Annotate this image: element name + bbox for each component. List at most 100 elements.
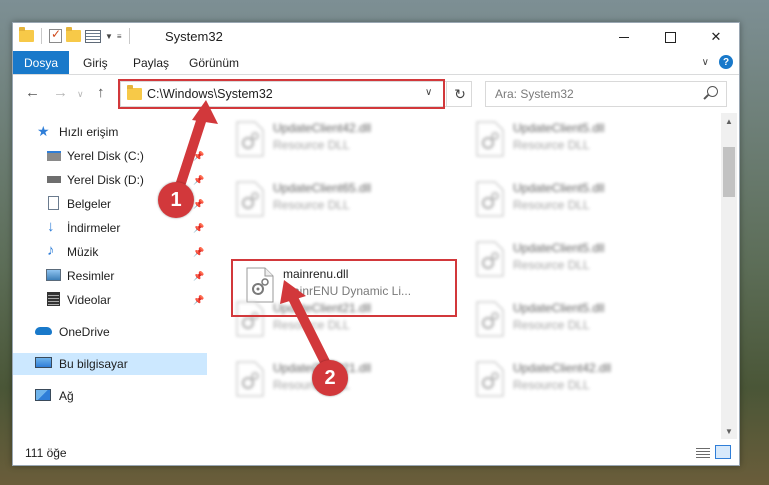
dll-file-icon [476,361,504,397]
sidebar-item-label: Resimler [67,269,115,283]
download-icon: ↓ [47,218,55,235]
maximize-button[interactable] [647,23,693,51]
sidebar-item-label: Yerel Disk (D:) [67,173,144,187]
sidebar-item-this-pc[interactable]: Bu bilgisayar [13,353,207,375]
sidebar-item-downloads[interactable]: ↓ İndirmeler 📌 [13,217,207,239]
dll-file-icon [236,181,264,217]
dll-file-icon [476,121,504,157]
dll-file-icon [476,301,504,337]
sidebar-item-label: OneDrive [59,325,110,339]
file-explorer-window: ▼ ≡ System32 ✕ Dosya Giriş Paylaş Görünü… [12,22,740,466]
file-item[interactable]: UpdateClient42.dll Resource DLL [469,357,689,405]
sidebar-item-videos[interactable]: Videolar 📌 [13,289,207,311]
sidebar-item-label: Ağ [59,389,74,403]
sidebar-item-network[interactable]: Ağ [13,385,207,407]
search-icon[interactable] [707,86,718,97]
window-title: System32 [165,29,223,44]
sidebar-item-music[interactable]: ♪ Müzik 📌 [13,241,207,263]
ribbon-controls: ∨ ? [702,55,733,69]
file-name: UpdateClient65.dll [273,181,372,195]
computer-icon [35,357,52,368]
file-item[interactable]: UpdateClient5.dll Resource DLL [469,297,689,345]
close-button[interactable]: ✕ [693,23,739,51]
chevron-down-icon[interactable]: ▼ [105,32,113,41]
scroll-up-icon[interactable]: ▲ [721,113,737,129]
toolbar-divider [128,28,130,44]
tab-home[interactable]: Giriş [83,51,108,74]
tab-share[interactable]: Paylaş [133,51,169,74]
up-arrow-icon[interactable]: ↑ [97,84,105,101]
file-name: UpdateClient5.dll [513,241,605,255]
file-name: UpdateClient42.dll [513,361,612,375]
pin-icon[interactable]: 📌 [193,247,204,258]
file-list: UpdateClient42.dll Resource DLL UpdateCl… [209,113,719,439]
quick-access-toolbar: ▼ ≡ [19,27,133,44]
properties-check-icon[interactable] [49,27,62,43]
vertical-scrollbar[interactable]: ▲ ▼ [721,113,737,439]
videos-icon [47,292,60,306]
new-folder-icon[interactable] [66,27,81,42]
file-name: UpdateClient5.dll [513,181,605,195]
file-description: Resource DLL [273,198,350,212]
forward-arrow-icon[interactable]: → [53,84,68,101]
details-view-icon[interactable] [695,445,711,459]
pin-icon[interactable]: 📌 [193,151,204,162]
file-description: Resource DLL [513,198,590,212]
minimize-button[interactable] [601,23,647,51]
dll-file-icon [236,361,264,397]
documents-icon [48,196,59,210]
file-item[interactable]: UpdateClient5.dll Resource DLL [469,117,689,165]
file-item[interactable]: UpdateClient42.dll Resource DLL [229,117,449,165]
navigation-pane: ★ Hızlı erişim Yerel Disk (C:) 📌 Yerel D… [13,113,207,439]
cloud-icon [35,327,52,335]
pin-icon[interactable]: 📌 [193,223,204,234]
dll-file-icon [236,121,264,157]
file-item[interactable]: UpdateClient65.dll Resource DLL [229,177,449,225]
sidebar-item-pictures[interactable]: Resimler 📌 [13,265,207,287]
pin-icon[interactable]: 📌 [193,271,204,282]
chevron-down-icon[interactable]: ∨ [425,87,432,98]
tab-file[interactable]: Dosya [13,51,69,74]
tab-view[interactable]: Görünüm [189,51,239,74]
sidebar-item-label: Bu bilgisayar [59,357,128,371]
file-description: Resource DLL [513,378,590,392]
scrollbar-thumb[interactable] [723,147,735,197]
scroll-down-icon[interactable]: ▼ [721,423,737,439]
sidebar-item-label: Yerel Disk (C:) [67,149,144,163]
star-icon: ★ [37,123,50,139]
customize-toolbar-icon[interactable]: ≡ [117,32,122,41]
file-item[interactable]: UpdateClient5.dll Resource DLL [469,237,689,285]
properties-icon[interactable] [85,29,101,43]
file-description: Resource DLL [513,138,590,152]
file-description: Resource DLL [273,138,350,152]
help-icon[interactable]: ? [719,55,733,69]
file-description: Resource DLL [273,318,350,332]
sidebar-item-disk-c[interactable]: Yerel Disk (C:) 📌 [13,145,207,167]
dll-file-icon [476,241,504,277]
pin-icon[interactable]: 📌 [193,175,204,186]
step-badge-2: 2 [312,360,348,396]
minimize-icon [619,36,629,38]
pin-icon[interactable]: 📌 [193,295,204,306]
ribbon-tabs: Dosya Giriş Paylaş Görünüm ∨ ? [13,51,739,75]
drive-icon [47,151,61,161]
sidebar-item-onedrive[interactable]: OneDrive [13,321,207,343]
address-bar[interactable]: C:\Windows\System32 ∨ ↻ [120,81,472,107]
back-arrow-icon[interactable]: ← [25,84,40,101]
refresh-icon[interactable]: ↻ [446,82,473,106]
sidebar-item-label: İndirmeler [67,221,121,235]
folder-icon[interactable] [19,27,34,42]
expand-ribbon-icon[interactable]: ∨ [702,57,709,68]
sidebar-item-quick-access[interactable]: ★ Hızlı erişim [13,121,207,143]
file-name: UpdateClient42.dll [273,121,372,135]
search-input[interactable]: Ara: System32 [495,87,574,101]
address-path[interactable]: C:\Windows\System32 [147,87,273,101]
file-description: Resource DLL [513,318,590,332]
pin-icon[interactable]: 📌 [193,199,204,210]
large-icons-view-icon[interactable] [715,445,731,459]
search-box[interactable]: Ara: System32 [485,81,727,107]
status-bar: 111 öğe [13,441,739,465]
file-item[interactable]: UpdateClient5.dll Resource DLL [469,177,689,225]
network-icon [35,389,51,401]
recent-locations-chevron-icon[interactable]: ∨ [77,89,84,100]
